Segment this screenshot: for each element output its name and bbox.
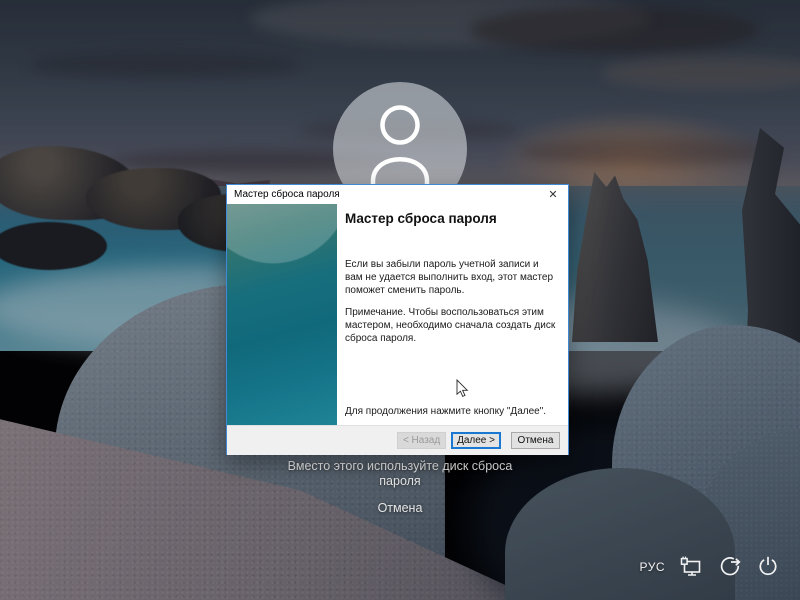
wizard-watermark-panel: [227, 204, 337, 425]
use-reset-disk-link[interactable]: Вместо этого используйте диск сброса пар…: [270, 459, 530, 489]
lock-screen: Вместо этого используйте диск сброса пар…: [0, 0, 800, 600]
language-indicator[interactable]: РУС: [639, 560, 665, 574]
back-button[interactable]: < Назад: [397, 432, 447, 449]
dialog-title: Мастер сброса пароля: [234, 189, 340, 200]
dialog-body: Мастер сброса пароля Если вы забыли паро…: [227, 204, 568, 425]
network-icon[interactable]: [679, 555, 704, 579]
wizard-intro-text: Если вы забыли пароль учетной записи и в…: [345, 259, 554, 296]
cancel-button[interactable]: Отмена: [511, 432, 560, 449]
wizard-continue-hint: Для продолжения нажмите кнопку "Далее".: [345, 406, 547, 417]
dialog-titlebar[interactable]: Мастер сброса пароля ✕: [227, 185, 568, 204]
wizard-content: Мастер сброса пароля Если вы забыли паро…: [345, 204, 558, 425]
dialog-footer: < Назад Далее > Отмена: [227, 425, 568, 455]
next-button[interactable]: Далее >: [451, 432, 501, 449]
power-icon[interactable]: [756, 555, 780, 579]
lock-cancel-link[interactable]: Отмена: [0, 501, 800, 516]
wizard-heading: Мастер сброса пароля: [345, 211, 497, 226]
wizard-note-text: Примечание. Чтобы воспользоваться этим м…: [345, 307, 556, 344]
close-icon[interactable]: ✕: [545, 187, 561, 203]
password-reset-wizard-dialog: Мастер сброса пароля ✕ Мастер сброса пар…: [226, 184, 569, 455]
login-tray: РУС: [639, 555, 780, 579]
ease-of-access-icon[interactable]: [718, 555, 742, 579]
lock-screen-links: Вместо этого используйте диск сброса пар…: [0, 459, 800, 516]
